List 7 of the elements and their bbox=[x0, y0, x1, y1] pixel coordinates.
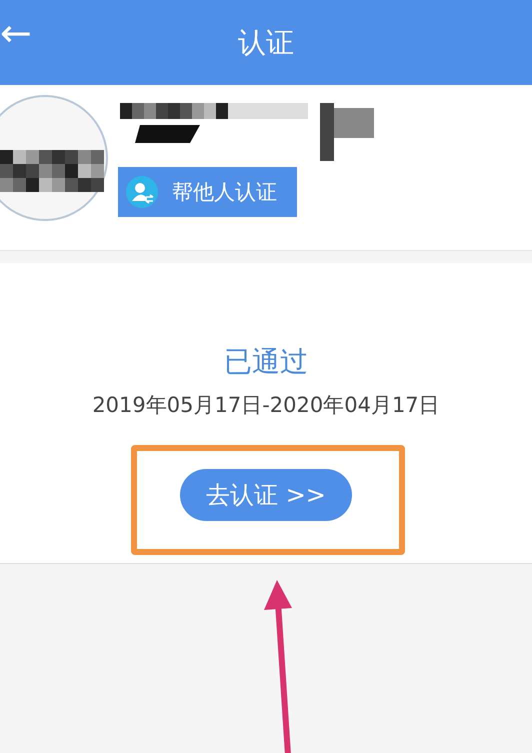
page-title: 认证 bbox=[238, 24, 294, 60]
status-text: 已通过 bbox=[224, 344, 308, 380]
help-others-button[interactable]: 帮他人认证 bbox=[118, 167, 297, 217]
validity-period: 2019年05月17日-2020年04月17日 bbox=[92, 392, 440, 419]
verify-button[interactable]: 去认证 >> bbox=[180, 469, 352, 521]
user-swap-icon bbox=[126, 176, 158, 208]
back-icon[interactable]: ← bbox=[0, 14, 32, 52]
